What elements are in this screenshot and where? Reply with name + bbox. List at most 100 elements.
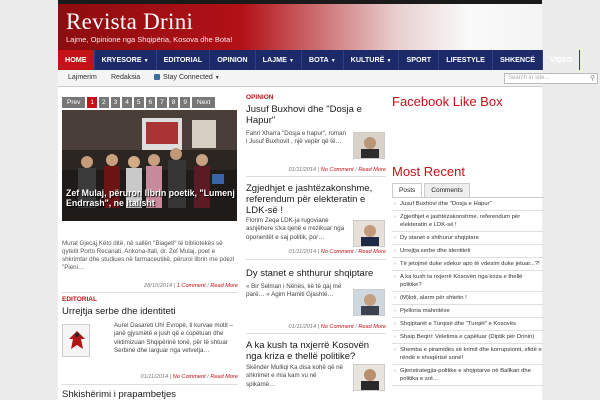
pager-page-button[interactable]: 9 xyxy=(180,97,190,108)
editorial-read-more-link[interactable]: Read More xyxy=(210,374,238,380)
nav-item-label: SHKENCË xyxy=(499,55,536,64)
post-comment-link[interactable]: No Comment xyxy=(321,249,354,255)
recent-post-link[interactable]: Shqiptarët e Turqisë dhe "Turqët" e Koso… xyxy=(392,318,544,331)
editorial-date: 01/11/2014 xyxy=(140,374,169,380)
nav-item-kulturë[interactable]: KULTURË ▼ xyxy=(344,50,400,70)
post-date: 01/11/2014 xyxy=(288,249,317,255)
slider-caption[interactable]: Zef Mulaj, përuron librin poetik, "Lumen… xyxy=(66,188,237,208)
rss-icon xyxy=(154,74,160,80)
subnav-link-redaksia[interactable]: Redaksia xyxy=(111,74,140,81)
featured-slider-image[interactable]: Zef Mulaj, përuron librin poetik, "Lumen… xyxy=(62,110,237,221)
opinion-post-title[interactable]: A ka kush ta nxjerrë Kosovën nga kriza e… xyxy=(246,340,386,362)
slider-excerpt: Murat Gjecaj Këto ditë, në sallën "Biage… xyxy=(62,240,235,271)
slider-pager: Prev 1 2 3 4 5 6 7 8 9 Next xyxy=(62,97,216,108)
pager-page-button[interactable]: 8 xyxy=(168,97,179,108)
author-photo xyxy=(354,133,384,158)
divider xyxy=(246,259,386,260)
post-read-more-link[interactable]: Read More xyxy=(358,167,386,173)
opinion-post-thumbnail[interactable] xyxy=(353,220,385,247)
editorial-post-title[interactable]: Urrejtja serbe dhe identiteti xyxy=(62,306,238,317)
facebook-like-box-heading: Facebook Like Box xyxy=(392,94,503,109)
opinion-post-thumbnail[interactable] xyxy=(353,289,385,316)
opinion-post-title[interactable]: Jusuf Buxhovi dhe "Dosja e Hapur" xyxy=(246,104,386,126)
stay-connected-label: Stay Connected xyxy=(163,74,213,81)
opinion-post-thumbnail[interactable] xyxy=(353,132,385,159)
tab-comments[interactable]: Comments xyxy=(424,183,470,197)
recent-post-link[interactable]: Shemba e piramidës së krimit dhe korrups… xyxy=(392,344,544,365)
opinion-post-thumbnail[interactable] xyxy=(353,364,385,391)
editorial-next-title[interactable]: Shkishërimi i prapambetjes xyxy=(62,389,238,400)
search-placeholder: Search in site... xyxy=(508,75,550,81)
stay-connected-link[interactable]: Stay Connected ▼ xyxy=(154,74,220,81)
tab-posts[interactable]: Posts xyxy=(392,183,423,197)
editorial-comment-link[interactable]: No Comment xyxy=(173,374,206,380)
post-comment-link[interactable]: No Comment xyxy=(321,324,354,330)
recent-post-link[interactable]: Urrejtja serbe dhe identiteti xyxy=(392,245,544,258)
nav-item-label: EDITORIAL xyxy=(163,55,203,64)
nav-item-sport[interactable]: SPORT xyxy=(399,50,440,70)
nav-item-video[interactable]: VIDEO xyxy=(543,50,581,70)
main-content: Prev 1 2 3 4 5 6 7 8 9 Next Zef Mulaj, përuron lib… xyxy=(58,87,544,400)
post-comment-link[interactable]: No Comment xyxy=(321,167,354,173)
nav-item-home[interactable]: HOME xyxy=(58,50,95,70)
nav-item-shkencë[interactable]: SHKENCË xyxy=(493,50,544,70)
chevron-down-icon: ▼ xyxy=(214,75,220,81)
recent-post-link[interactable]: Të jetojmë duke vdekur apo të vdesim duk… xyxy=(392,258,544,271)
search-icon[interactable]: ⚲ xyxy=(590,75,595,83)
pager-page-button[interactable]: 7 xyxy=(157,97,167,108)
slider-date: 28/10/2014 xyxy=(144,283,173,289)
slider-read-more-link[interactable]: Read More xyxy=(210,283,238,289)
editorial-meta: 01/11/2014 | No Comment / Read More xyxy=(140,374,238,380)
nav-item-bota[interactable]: BOTA ▼ xyxy=(302,50,344,70)
opinion-category-label[interactable]: OPINION xyxy=(246,94,273,101)
pager-next-button[interactable]: Next xyxy=(192,97,216,108)
nav-item-label: KRYESORE xyxy=(101,55,142,64)
nav-item-editorial[interactable]: EDITORIAL xyxy=(157,50,211,70)
subnav-link-lajmerim[interactable]: Lajmerim xyxy=(68,74,97,81)
recent-post-link[interactable]: Gjeostrategjia-politike e shqiptarve në … xyxy=(392,365,544,386)
nav-item-label: SPORT xyxy=(406,55,432,64)
nav-item-kryesore[interactable]: KRYESORE ▼ xyxy=(95,50,157,70)
recent-post-link[interactable]: Dy stanet e shthurur shqiptare xyxy=(392,232,544,245)
recent-post-link[interactable]: Pjelloria mahnitëse xyxy=(392,305,544,318)
opinion-post-excerpt: Fahri Xharra "Dosja e hapur", roman i Ju… xyxy=(246,130,347,146)
site-header: Revista Drini Lajme, Opinione nga Shqipë… xyxy=(58,4,542,50)
chevron-down-icon: ▼ xyxy=(386,58,392,64)
divider xyxy=(246,176,386,177)
opinion-post-title[interactable]: Zgjedhjet e jashtëzakonshme, referendum … xyxy=(246,183,388,216)
post-read-more-link[interactable]: Read More xyxy=(358,249,386,255)
nav-item-lajme[interactable]: LAJME ▼ xyxy=(256,50,302,70)
nav-item-opinion[interactable]: OPINION xyxy=(210,50,256,70)
editorial-thumbnail[interactable] xyxy=(62,324,90,357)
nav-item-lifestyle[interactable]: LIFESTYLE xyxy=(439,50,493,70)
recent-post-link[interactable]: A ka kush ta nxjerrë Kosovën nga kriza e… xyxy=(392,271,544,292)
recent-post-link[interactable]: Jusuf Buxhovi dhe "Dosja e Hapur" xyxy=(392,198,544,211)
pager-page-button[interactable]: 3 xyxy=(110,97,121,108)
pager-page-button[interactable]: 6 xyxy=(145,97,156,108)
pager-page-button[interactable]: 5 xyxy=(133,97,144,108)
recent-post-link[interactable]: (M)loti, alarm për shtetin ! xyxy=(392,292,544,305)
search-input[interactable]: Search in site... ⚲ xyxy=(504,73,598,84)
recent-post-link[interactable]: Shaip Beqiri: Veletima e çapëluar (Dipti… xyxy=(392,331,544,344)
site-tagline: Lajme, Opinione nga Shqipëria, Kosova dh… xyxy=(66,35,233,44)
opinion-post-excerpt: Florim Zeqa LDK-ja rugoviane asnjëhere s… xyxy=(246,217,345,241)
pager-prev-button[interactable]: Prev xyxy=(62,97,86,108)
sub-nav: Lajmerim Redaksia Stay Connected ▼ Searc… xyxy=(58,70,598,87)
author-photo xyxy=(354,290,384,315)
recent-post-link[interactable]: Zgjedhjet e jashtëzakonshme, referendum … xyxy=(392,211,544,232)
pager-page-button[interactable]: 1 xyxy=(87,97,97,108)
divider xyxy=(62,384,238,385)
slider-comment-link[interactable]: 1 Comment xyxy=(177,283,206,289)
author-photo xyxy=(354,221,384,246)
pager-page-button[interactable]: 4 xyxy=(122,97,132,108)
opinion-post-meta: 01/11/2014 | No Comment / Read More xyxy=(288,167,386,173)
pager-page-button[interactable]: 2 xyxy=(99,97,109,108)
recent-tabs: Posts Comments xyxy=(392,183,470,197)
editorial-category-label[interactable]: EDITORIAL xyxy=(62,296,97,303)
nav-item-label: LIFESTYLE xyxy=(446,55,485,64)
opinion-post-title[interactable]: Dy stanet e shthurur shqiptare xyxy=(246,268,386,279)
nav-item-label: BOTA xyxy=(308,55,329,64)
opinion-post-meta: 01/11/2014 | No Comment / Read More xyxy=(288,249,386,255)
post-read-more-link[interactable]: Read More xyxy=(358,324,386,330)
site-title[interactable]: Revista Drini xyxy=(66,9,193,35)
